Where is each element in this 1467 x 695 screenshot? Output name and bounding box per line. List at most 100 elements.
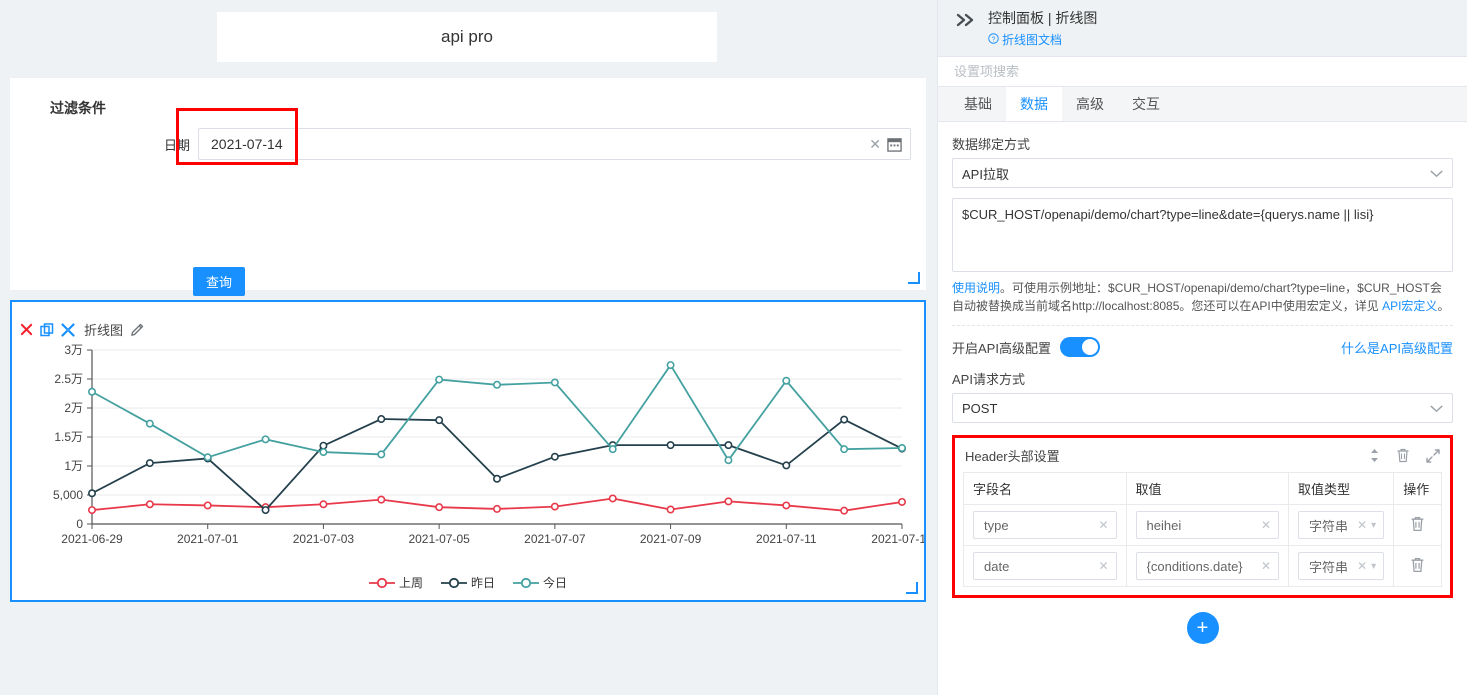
series-point[interactable] — [724, 441, 733, 450]
series-point[interactable] — [435, 375, 444, 384]
move-icon[interactable] — [61, 322, 75, 337]
close-icon[interactable]: ✕ — [1261, 518, 1271, 532]
tab-0[interactable]: 基础 — [950, 87, 1006, 121]
chart-widget-resize-handle[interactable] — [906, 582, 918, 594]
series-point[interactable] — [608, 445, 617, 454]
api-macro-link[interactable]: API宏定义 — [1382, 299, 1437, 313]
close-icon[interactable] — [20, 323, 33, 336]
line-chart-plot[interactable]: 0 5,000 1万 1.5万 2万 2.5万 3万 2021-06-29 2021-07-01… — [12, 342, 924, 557]
field-name-input[interactable]: type ✕ — [973, 511, 1117, 539]
legend-item[interactable]: 上周 — [368, 574, 423, 591]
calendar-icon[interactable] — [887, 137, 902, 152]
chevron-down-icon[interactable]: ▾ — [1371, 520, 1376, 531]
series-point[interactable] — [550, 378, 559, 387]
series-point[interactable] — [840, 506, 849, 515]
series-point[interactable] — [550, 502, 559, 511]
chevron-down-icon — [1430, 166, 1443, 181]
value-type-select[interactable]: 字符串 ✕ ▾ — [1298, 511, 1385, 539]
settings-search[interactable] — [938, 57, 1467, 87]
series-point[interactable] — [319, 441, 328, 450]
series-point[interactable] — [724, 456, 733, 465]
pencil-icon[interactable] — [130, 323, 144, 337]
trash-icon[interactable] — [1410, 516, 1425, 532]
data-binding-value: API拉取 — [962, 166, 1009, 182]
series-point[interactable] — [203, 501, 212, 510]
double-chevron-right-icon[interactable] — [956, 12, 976, 31]
date-input[interactable]: 2021-07-14 ✕ — [198, 128, 911, 160]
add-header-row-button[interactable]: + — [1186, 612, 1219, 644]
legend-item[interactable]: 今日 — [513, 574, 567, 591]
series-point[interactable] — [319, 500, 328, 509]
close-icon[interactable]: ✕ — [1098, 559, 1108, 573]
trash-icon[interactable] — [1396, 448, 1410, 463]
series-point[interactable] — [492, 504, 501, 513]
api-method-value: POST — [962, 400, 998, 416]
table-row: type ✕ heihei ✕ 字符串 ✕ ▾ — [963, 504, 1442, 546]
series-point[interactable] — [145, 459, 154, 468]
title-card[interactable]: api pro — [217, 12, 717, 62]
series-point[interactable] — [840, 415, 849, 424]
expand-arrows-icon[interactable] — [1426, 448, 1440, 463]
tab-3[interactable]: 交互 — [1118, 87, 1174, 121]
series-point[interactable] — [782, 461, 791, 470]
series-point[interactable] — [88, 489, 97, 498]
legend-item[interactable]: 昨日 — [440, 574, 495, 591]
field-value-input[interactable]: {conditions.date} ✕ — [1135, 552, 1280, 580]
series-point[interactable] — [492, 474, 501, 483]
chart-widget[interactable]: 折线图 0 5,000 1万 1.5万 2万 2.5万 3万 2021-06-29 2021-0… — [10, 300, 926, 602]
advanced-config-toggle[interactable] — [1059, 337, 1100, 357]
sort-updown-icon[interactable] — [1369, 448, 1380, 463]
series-point[interactable] — [377, 415, 386, 424]
usage-instructions-link[interactable]: 使用说明 — [952, 281, 1000, 295]
series-point[interactable] — [666, 505, 675, 514]
series-point[interactable] — [782, 501, 791, 510]
value-type-select[interactable]: 字符串 ✕ ▾ — [1298, 552, 1385, 580]
series-point[interactable] — [550, 452, 559, 461]
api-url-textarea[interactable]: $CUR_HOST/openapi/demo/chart?type=line&d… — [952, 198, 1453, 272]
series-point[interactable] — [666, 441, 675, 450]
series-point[interactable] — [435, 416, 444, 425]
series-point[interactable] — [319, 448, 328, 457]
trash-icon[interactable] — [1410, 557, 1425, 573]
tab-2[interactable]: 高级 — [1062, 87, 1118, 121]
series-point[interactable] — [840, 445, 849, 454]
search-input[interactable] — [952, 63, 1453, 80]
series-point[interactable] — [88, 506, 97, 515]
chevron-down-icon[interactable]: ▾ — [1371, 561, 1376, 572]
series-point[interactable] — [724, 497, 733, 506]
close-icon[interactable]: ✕ — [1357, 559, 1367, 573]
advanced-config-row: 开启API高级配置 什么是API高级配置 — [952, 337, 1453, 357]
series-point[interactable] — [377, 450, 386, 459]
series-point[interactable] — [377, 495, 386, 504]
close-icon[interactable]: ✕ — [1098, 518, 1108, 532]
series-point[interactable] — [608, 494, 617, 503]
y-axis-tick-label: 0 — [76, 517, 83, 531]
panel-doc-link[interactable]: ? 折线图文档 — [988, 31, 1097, 48]
close-icon[interactable]: ✕ — [1357, 518, 1367, 532]
series-point[interactable] — [261, 506, 270, 515]
api-method-select[interactable]: POST — [952, 393, 1453, 423]
data-binding-select[interactable]: API拉取 — [952, 158, 1453, 188]
series-point[interactable] — [666, 361, 675, 370]
series-point[interactable] — [261, 435, 270, 444]
tab-1[interactable]: 数据 — [1006, 87, 1062, 121]
copy-icon[interactable] — [40, 322, 54, 337]
field-name-input[interactable]: date ✕ — [973, 552, 1117, 580]
filter-panel-resize-handle[interactable] — [908, 272, 920, 284]
field-value-input[interactable]: heihei ✕ — [1135, 511, 1280, 539]
what-is-advanced-config-link[interactable]: 什么是API高级配置 — [1341, 338, 1453, 357]
series-point[interactable] — [88, 387, 97, 396]
series-point[interactable] — [145, 419, 154, 428]
series-point[interactable] — [782, 376, 791, 385]
series-point[interactable] — [897, 444, 906, 453]
series-point[interactable] — [435, 503, 444, 512]
close-icon[interactable]: ✕ — [869, 137, 881, 151]
series-point[interactable] — [145, 500, 154, 509]
table-column-header: 字段名 — [963, 472, 1127, 505]
y-axis-tick-label: 2万 — [64, 401, 83, 415]
series-point[interactable] — [492, 380, 501, 389]
query-button[interactable]: 查询 — [193, 267, 245, 296]
series-point[interactable] — [897, 497, 906, 506]
close-icon[interactable]: ✕ — [1261, 559, 1271, 573]
series-point[interactable] — [203, 453, 212, 462]
